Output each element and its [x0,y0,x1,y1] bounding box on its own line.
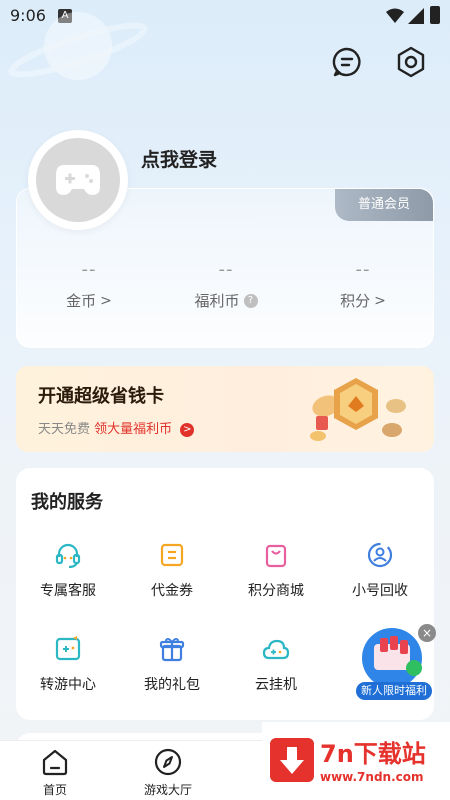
service-points-mall[interactable]: 积分商城 [224,540,328,600]
welfare-coin-stat[interactable]: -- 福利币 ? [156,259,296,311]
watermark-url: www.7ndn.com [320,770,424,784]
treasure-badge-icon [310,378,406,441]
welfare-coin-value: -- [218,259,234,280]
promo-subtitle: 天天免费 领大量福利币 > [38,418,195,437]
service-account-recycle[interactable]: 小号回收 [328,540,432,600]
close-icon[interactable]: × [418,624,436,642]
service-my-gifts[interactable]: 我的礼包 [120,634,224,694]
coin-value: -- [81,259,97,280]
wifi-icon [386,8,404,23]
points-stat[interactable]: -- 积分 > [293,259,433,311]
points-value: -- [355,259,371,280]
battery-icon [430,6,440,24]
service-label: 转游中心 [40,677,96,693]
gamepad-icon [56,165,100,195]
service-label: 小号回收 [352,583,408,599]
settings-button[interactable] [394,45,428,79]
avatar-placeholder [36,138,120,222]
avatar[interactable] [28,130,128,230]
float-ad-label: 新人限时福利 [356,682,432,700]
game-transfer-icon [55,636,81,661]
service-label: 我的礼包 [144,677,200,693]
promo-sub-highlight: 领大量福利币 [94,422,173,437]
services-title: 我的服务 [31,492,103,513]
service-game-transfer[interactable]: 转游中心 [16,634,120,694]
service-label: 云挂机 [255,677,297,693]
help-icon[interactable]: ? [243,293,258,308]
welfare-coin-label: 福利币 [194,292,240,310]
site-watermark: 7n下载站 www.7ndn.com [262,722,450,800]
message-button[interactable] [330,45,364,79]
planet-decoration-icon [8,12,148,80]
promo-sub-plain: 天天免费 [38,422,91,437]
promo-title: 开通超级省钱卡 [38,386,164,407]
service-label: 积分商城 [248,583,304,599]
service-cloud-hosting[interactable]: 云挂机 [224,634,328,694]
tab-home-label: 首页 [42,783,67,797]
service-label: 代金券 [151,583,193,599]
recycle-user-icon [367,542,393,568]
coupon-icon [160,543,184,567]
savings-card-banner[interactable]: 开通超级省钱卡 天天免费 领大量福利币 > [16,366,434,452]
home-icon [42,749,68,776]
points-label: 积分 [340,292,371,310]
settings-icon [397,46,425,78]
watermark-title: 7n下载站 [320,740,426,768]
shopping-bag-icon [265,544,287,568]
member-level-badge: 普通会员 [335,189,433,221]
compass-icon [154,748,182,776]
service-customer-support[interactable]: 专属客服 [16,540,120,600]
tab-game-hall-label: 游戏大厅 [143,783,192,797]
tab-game-hall[interactable]: 游戏大厅 [123,747,213,798]
newcomer-benefit-float[interactable]: × 新人限时福利 [356,624,436,700]
coin-stat[interactable]: -- 金币 > [19,259,159,311]
signal-icon [408,8,424,24]
service-label: 专属客服 [40,583,96,599]
chevron-right-icon: > [374,292,386,309]
chevron-right-icon: > [100,292,112,309]
download-logo-icon [270,738,314,782]
arrow-right-icon: > [180,423,195,437]
headset-icon [55,543,81,569]
cloud-game-icon [262,639,290,660]
tab-home[interactable]: 首页 [10,747,100,798]
service-coupon[interactable]: 代金券 [120,540,224,600]
login-link[interactable]: 点我登录 [141,145,217,172]
message-icon [332,47,361,77]
coin-label: 金币 [66,292,97,310]
gift-icon [159,637,185,662]
